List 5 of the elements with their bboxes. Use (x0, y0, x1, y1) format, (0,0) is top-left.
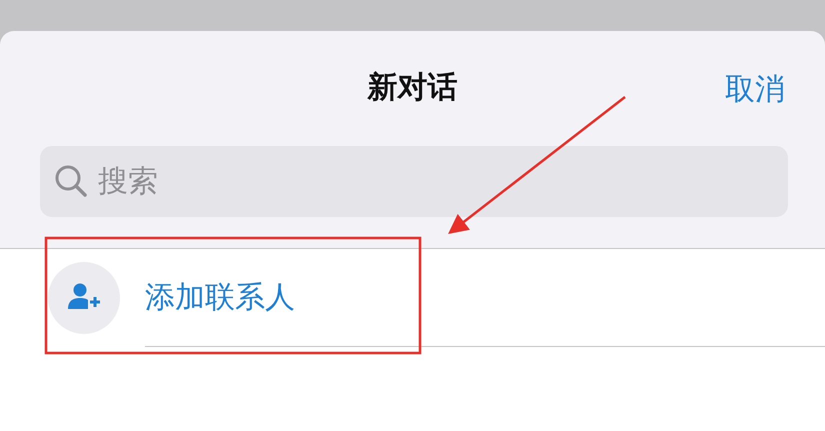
search-icon (54, 164, 88, 198)
search-field[interactable]: 搜索 (40, 146, 788, 217)
cancel-button[interactable]: 取消 (725, 69, 785, 110)
add-contact-item[interactable]: 添加联系人 (145, 276, 295, 318)
sheet-title: 新对话 (368, 70, 458, 105)
